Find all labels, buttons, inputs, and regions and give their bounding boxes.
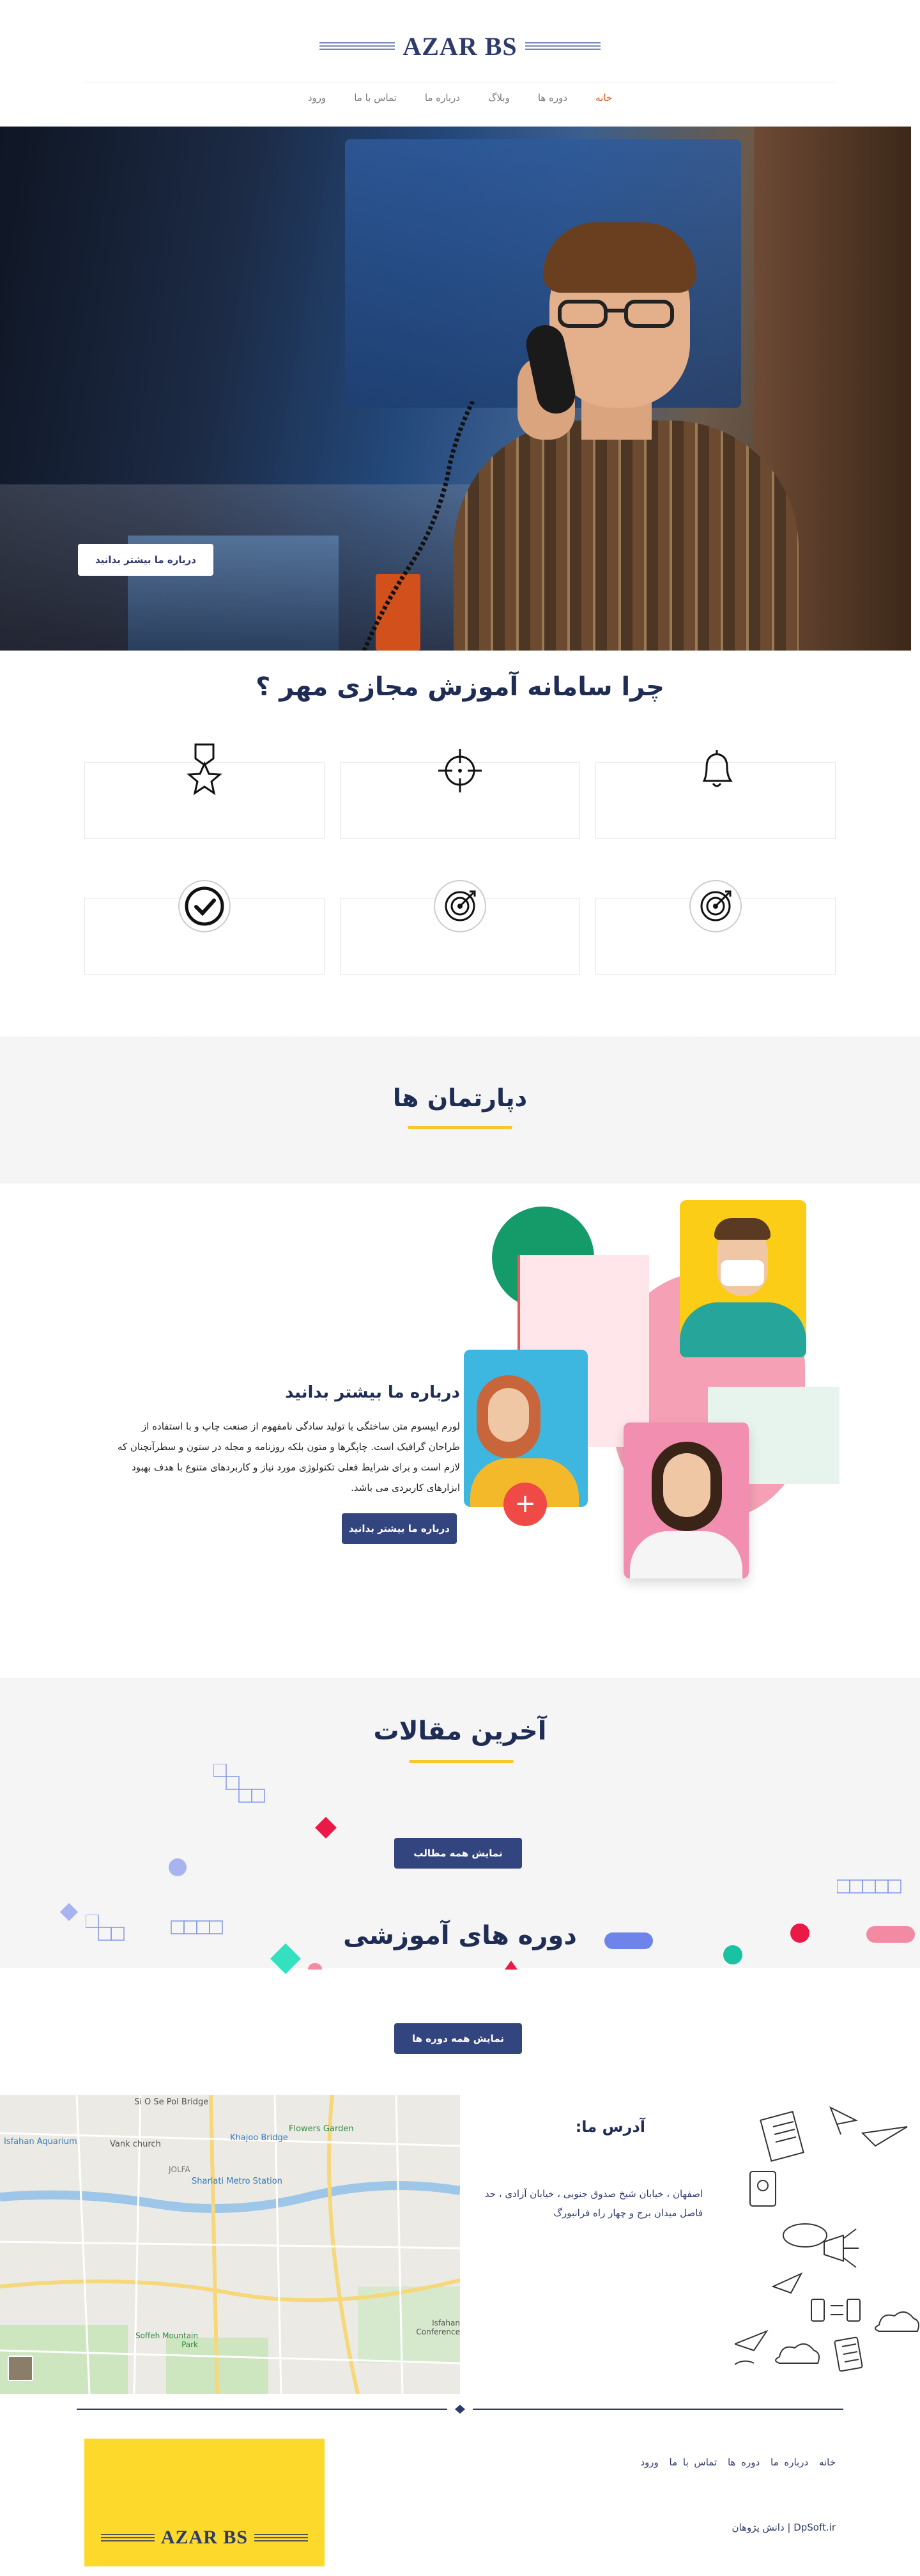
contact-address: اصفهان ، خیابان شیخ صدوق جنوبی ، خیابان … <box>484 2188 703 2219</box>
contact-title: آدرس ما: <box>575 2118 645 2136</box>
map-label: Isfahan Conference <box>416 2318 460 2336</box>
site-logo[interactable]: AZAR BS <box>0 28 920 64</box>
check-circle-icon <box>175 877 234 936</box>
footer-link-login[interactable]: ورود <box>640 2456 658 2468</box>
nav-item-courses[interactable]: دوره ها <box>538 92 567 104</box>
map-thumbnail[interactable] <box>8 2356 33 2381</box>
courses-title: دوره های آموزشی <box>343 1921 577 1950</box>
location-map[interactable]: Si O Se Pol Bridge Isfahan Aquarium Vank… <box>0 2095 460 2394</box>
footer-logo-text: AZAR BS <box>160 2527 249 2548</box>
medal-icon <box>175 741 234 800</box>
footer-logo[interactable]: AZAR BS <box>84 2527 325 2549</box>
map-label: Si O Se Pol Bridge <box>134 2097 209 2107</box>
footer-link-about[interactable]: درباره ما <box>770 2456 808 2468</box>
nav-item-about[interactable]: درباره ما <box>425 92 460 104</box>
map-label: Vank church <box>110 2140 161 2149</box>
logo-left-lines <box>319 42 395 50</box>
logo-text: AZAR BS <box>402 31 518 61</box>
bell-icon <box>686 741 745 800</box>
main-nav: خانه دوره ها وبلاگ درباره ما تماس با ما … <box>0 92 920 104</box>
logo-right-lines <box>525 42 601 50</box>
footer-copyright: DpSoft.ir | دانش پژوهان <box>732 2522 836 2533</box>
hero-banner: درباره ما بیشتر بدانید <box>0 127 911 651</box>
all-articles-button[interactable]: نمایش همه مطالب <box>394 1838 522 1869</box>
footer-divider <box>77 2405 843 2414</box>
target-icon <box>686 877 745 936</box>
nav-item-blog[interactable]: وبلاگ <box>488 92 510 104</box>
why-title: چرا سامانه آموزش مجازی مهر ؟ <box>256 672 664 702</box>
footer-link-contact[interactable]: تماس با ما <box>670 2456 717 2468</box>
phone-cord <box>362 401 475 651</box>
footer-links: خانه درباره ما دوره ها تماس با ما ورود <box>635 2456 836 2468</box>
nav-item-contact[interactable]: تماس با ما <box>354 92 397 104</box>
site-header: AZAR BS خانه دوره ها وبلاگ درباره ما تما… <box>0 0 920 127</box>
all-courses-button[interactable]: نمایش همه دوره ها <box>394 2023 522 2054</box>
footer-logo-box: AZAR BS <box>84 2439 325 2566</box>
nav-item-login[interactable]: ورود <box>308 92 326 104</box>
plus-icon: + <box>503 1483 547 1526</box>
hero-about-button[interactable]: درباره ما بیشتر بدانید <box>78 544 213 576</box>
map-label: Soffeh Mountain Park <box>135 2331 198 2349</box>
departments-title-underline <box>408 1126 512 1129</box>
footer-link-home[interactable]: خانه <box>819 2456 836 2468</box>
hero-person-image <box>441 210 799 651</box>
contact-doodles <box>735 2106 919 2372</box>
about-heading: درباره ما بیشتر بدانید <box>285 1383 460 1402</box>
nav-item-home[interactable]: خانه <box>595 92 612 104</box>
map-label: Isfahan Aquarium <box>4 2137 77 2147</box>
about-more-button[interactable]: درباره ما بیشتر بدانید <box>342 1513 457 1544</box>
contact-section: آدرس ما: اصفهان ، خیابان شیخ صدوق جنوبی … <box>460 2095 920 2394</box>
target-icon <box>431 877 489 936</box>
map-label: Shariati Metro Station <box>192 2177 282 2186</box>
crosshair-icon <box>431 741 489 800</box>
about-text: لورم ایپسوم متن ساختگی با تولید سادگی نا… <box>117 1421 460 1493</box>
articles-title: آخرین مقالات <box>373 1716 547 1746</box>
map-label: JOLFA <box>169 2165 190 2174</box>
departments-title: دپارتمان ها <box>392 1084 528 1112</box>
footer-link-courses[interactable]: دوره ها <box>728 2456 760 2468</box>
articles-title-underline <box>409 1760 514 1763</box>
map-label: Khajoo Bridge <box>230 2133 288 2143</box>
map-label: Flowers Garden <box>289 2124 354 2134</box>
